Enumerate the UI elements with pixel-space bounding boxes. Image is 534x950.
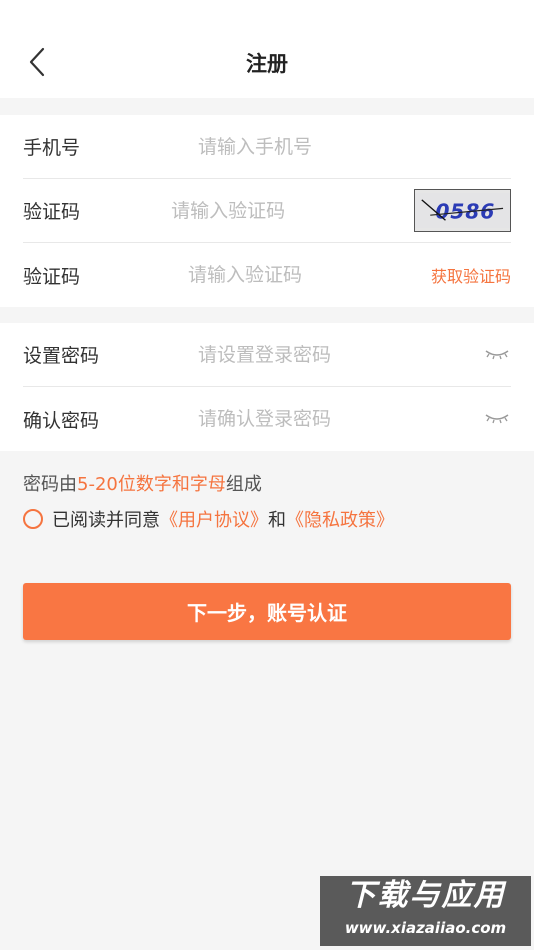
phone-input[interactable] (198, 126, 511, 167)
hint-suffix: 组成 (225, 474, 262, 495)
confirm-password-row: 确认密码 (23, 387, 511, 451)
captcha-label: 验证码 (23, 201, 81, 223)
watermark-logo: 下载与应用 www.xiazaiiao.com (320, 876, 531, 946)
verification-group: 手机号 验证码 0586 验证码 获取验证码 (0, 115, 534, 307)
confirm-password-input[interactable] (198, 399, 483, 439)
password-row: 设置密码 (23, 323, 511, 387)
agree-and: 和 (268, 510, 286, 531)
captcha-input[interactable] (171, 190, 415, 231)
watermark-main: 下载与应用 (345, 878, 506, 913)
password-input[interactable] (198, 334, 483, 375)
confirm-password-label: 确认密码 (23, 409, 100, 432)
agreement-line: 已阅读并同意 《用户协议》和《隐私政策》 (23, 506, 394, 532)
password-hint: 密码由5-20位数字和字母组成 (23, 470, 262, 496)
password-group: 设置密码 确认密码 (0, 323, 534, 451)
watermark-url: www.xiazaiiao.com (344, 919, 507, 937)
phone-label: 手机号 (23, 137, 81, 159)
password-label: 设置密码 (23, 345, 100, 367)
next-step-button[interactable]: 下一步，账号认证 (23, 583, 511, 640)
sms-code-input[interactable] (187, 255, 431, 295)
captcha-row: 验证码 0586 (23, 179, 511, 243)
sms-code-label: 验证码 (23, 265, 81, 288)
agree-prefix: 已阅读并同意 (52, 510, 160, 531)
eye-closed-icon[interactable] (483, 345, 511, 365)
hint-accent: 5-20位数字和字母 (77, 474, 226, 495)
header: 注册 (0, 0, 534, 98)
phone-row: 手机号 (23, 115, 511, 179)
sms-code-row: 验证码 获取验证码 (23, 243, 511, 307)
privacy-policy-link[interactable]: 《隐私政策》 (286, 506, 394, 532)
hint-prefix: 密码由 (23, 474, 77, 495)
get-code-button[interactable]: 获取验证码 (431, 263, 511, 287)
captcha-image[interactable]: 0586 (414, 189, 511, 232)
page-title: 注册 (246, 52, 288, 76)
eye-closed-icon[interactable] (483, 409, 511, 429)
captcha-graphic: 0586 (415, 193, 510, 228)
user-agreement-link[interactable]: 《用户协议》 (160, 506, 268, 532)
agree-radio[interactable] (23, 509, 43, 529)
